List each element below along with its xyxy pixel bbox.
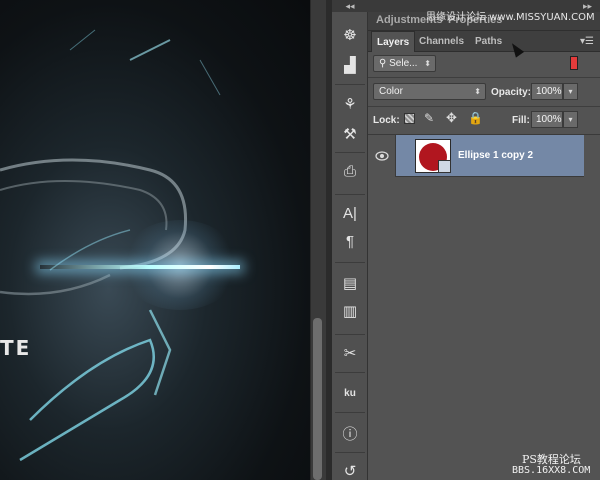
lock-transparent-pixels-icon[interactable]: [404, 113, 415, 124]
tool-separator: [335, 262, 365, 263]
opacity-field[interactable]: 100%: [531, 83, 563, 100]
fill-label: Fill:: [512, 115, 530, 126]
opacity-label: Opacity:: [491, 87, 532, 98]
history-icon[interactable]: ↺: [336, 458, 364, 480]
tool-separator: [335, 412, 365, 413]
tool-separator: [335, 372, 365, 373]
filter-search-icon: ⚲: [379, 58, 387, 69]
navigator-icon[interactable]: ☸: [336, 22, 364, 48]
lock-all-icon[interactable]: 🔒: [468, 111, 483, 125]
character-styles-icon[interactable]: ▤: [336, 270, 364, 296]
blend-row: Color ⬍ Opacity: 100% ▾: [368, 78, 600, 106]
blend-mode-value: Color: [379, 86, 403, 97]
lock-position-icon[interactable]: ✥: [446, 110, 457, 126]
histogram-icon[interactable]: ▟: [336, 52, 364, 78]
canvas-scrollbar-thumb[interactable]: [313, 318, 322, 480]
lock-label: Lock:: [373, 115, 400, 126]
filter-value: Sele...: [389, 58, 418, 69]
tab-paths[interactable]: Paths: [470, 31, 507, 52]
shape-layer-badge-icon: [438, 160, 451, 173]
watermark-bottom-url: BBS.16XX8.COM: [512, 465, 591, 476]
watermark-top: 思缘设计论坛 www.MISSYUAN.COM: [426, 12, 595, 23]
layer-filter-dropdown[interactable]: ⚲ Sele... ⬍: [373, 55, 436, 72]
dropdown-arrow-icon: ⬍: [474, 87, 481, 96]
fill-slider-button[interactable]: ▾: [563, 111, 578, 128]
document-canvas[interactable]: TE: [0, 0, 310, 480]
collapse-icons-button[interactable]: ◂◂: [332, 0, 368, 12]
tool-presets-icon[interactable]: ⚒: [336, 121, 364, 147]
lock-row: Lock: ✎ ✥ 🔒 Fill: 100% ▾: [368, 107, 600, 134]
layer-row[interactable]: Ellipse 1 copy 2: [368, 135, 584, 177]
blend-mode-dropdown[interactable]: Color ⬍: [373, 83, 486, 100]
tools-icon[interactable]: ✂: [336, 340, 364, 366]
panel-menu-icon[interactable]: ▾☰: [580, 36, 594, 47]
fill-field[interactable]: 100%: [531, 111, 563, 128]
dropdown-arrow-icon: ⬍: [424, 59, 431, 68]
opacity-slider-button[interactable]: ▾: [563, 83, 578, 100]
layers-panel-group: ▸▸ Adjustments Properties Layers Channel…: [368, 0, 600, 480]
info-icon[interactable]: ⓘ: [336, 420, 364, 446]
tool-separator: [335, 152, 365, 153]
tool-separator: [335, 84, 365, 85]
filter-toggle-switch[interactable]: [570, 56, 578, 70]
tool-separator: [335, 452, 365, 453]
tab-layers[interactable]: Layers: [371, 31, 416, 52]
filter-row: ⚲ Sele... ⬍: [368, 52, 600, 77]
light-beam: [40, 265, 240, 269]
canvas-text: TE: [0, 336, 32, 360]
paragraph-styles-icon[interactable]: ▥: [336, 298, 364, 324]
tab-channels[interactable]: Channels: [414, 31, 469, 52]
layer-thumbnail[interactable]: [415, 139, 451, 173]
brush-presets-icon[interactable]: ⚘: [336, 91, 364, 117]
kuler-icon[interactable]: ku: [336, 380, 364, 406]
layer-list: Ellipse 1 copy 2: [368, 134, 600, 480]
visibility-eye-icon[interactable]: [368, 135, 396, 177]
layer-name[interactable]: Ellipse 1 copy 2: [458, 150, 533, 161]
tool-separator: [335, 194, 365, 195]
panel-icon-strip: ◂◂ ☸ ▟ ⚘ ⚒ ⎙ A| ¶ ▤ ▥ ✂ ku ⓘ ↺: [332, 0, 368, 480]
tool-separator: [335, 334, 365, 335]
lock-image-pixels-icon[interactable]: ✎: [424, 111, 434, 125]
panel-tab-bar: Layers Channels Paths ▾☰: [368, 31, 600, 52]
character-icon[interactable]: A|: [336, 200, 364, 226]
paragraph-icon[interactable]: ¶: [336, 228, 364, 254]
clone-source-icon[interactable]: ⎙: [336, 158, 364, 184]
